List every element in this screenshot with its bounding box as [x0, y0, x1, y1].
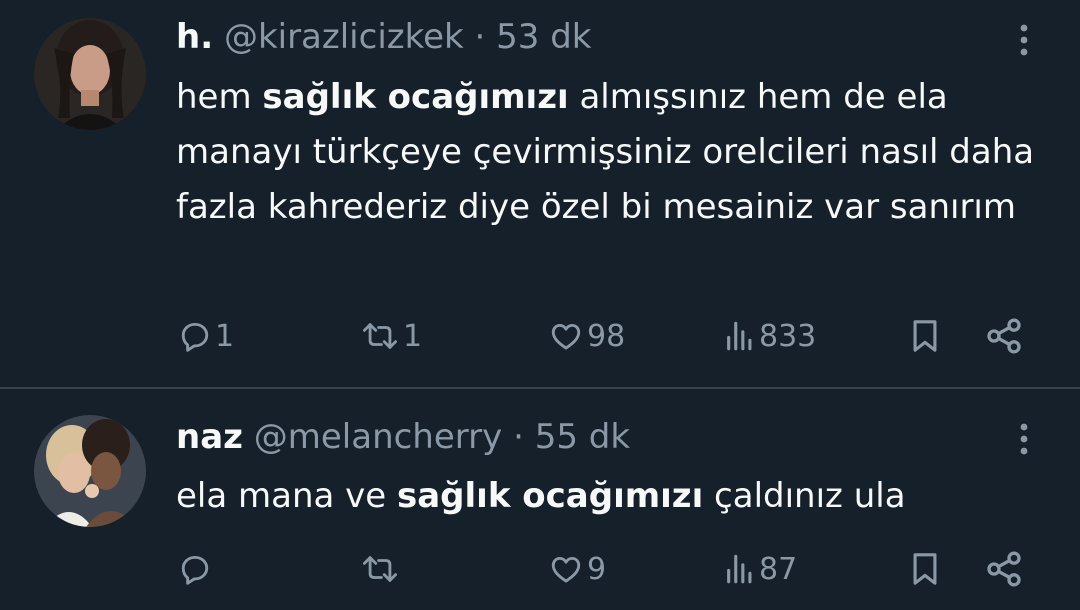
more-icon	[1020, 24, 1028, 56]
share-icon	[987, 551, 1021, 587]
tweet-header: h. @kirazlicizkek · 53 dk	[176, 17, 591, 57]
repost-button[interactable]	[360, 544, 403, 594]
views-button[interactable]: 833	[724, 311, 816, 361]
timestamp[interactable]: 53 dk	[496, 17, 591, 57]
avatar[interactable]	[34, 415, 146, 527]
like-count: 98	[587, 318, 626, 354]
bookmark-button[interactable]	[908, 311, 942, 361]
more-icon	[1020, 423, 1028, 455]
repost-icon	[363, 556, 398, 582]
repost-icon	[363, 323, 398, 349]
bookmark-icon	[913, 553, 937, 585]
reply-button[interactable]: 1	[178, 311, 234, 361]
bookmark-button[interactable]	[908, 544, 942, 594]
like-count: 9	[587, 551, 607, 587]
tweet-text-part: ela mana ve	[176, 476, 397, 516]
action-bar: 1 1 98 833	[0, 311, 1080, 361]
tweet-text-part: çaldınız ula	[703, 476, 906, 516]
tweet-text: ela mana ve sağlık ocağımızı çaldınız ul…	[176, 469, 1046, 524]
repost-button[interactable]: 1	[360, 311, 422, 361]
tweet[interactable]: naz @melancherry · 55 dk ela mana ve sağ…	[0, 389, 1080, 610]
tweet-text: hem sağlık ocağımızı almışsınız hem de e…	[176, 70, 1046, 235]
share-button[interactable]	[984, 544, 1024, 594]
display-name[interactable]: h.	[176, 17, 213, 57]
handle[interactable]: @kirazlicizkek	[224, 17, 464, 57]
share-button[interactable]	[984, 311, 1024, 361]
reply-icon	[181, 322, 209, 352]
reply-button[interactable]	[178, 544, 215, 594]
separator: ·	[474, 17, 486, 57]
handle[interactable]: @melancherry	[254, 417, 503, 457]
views-count: 87	[759, 551, 798, 587]
views-icon	[727, 321, 752, 351]
tweet[interactable]: h. @kirazlicizkek · 53 dk hem sağlık oca…	[0, 0, 1080, 387]
bookmark-icon	[913, 320, 937, 352]
more-options-button[interactable]	[1012, 419, 1036, 459]
like-icon	[551, 323, 581, 350]
like-icon	[551, 556, 581, 583]
reply-count: 1	[215, 318, 235, 354]
avatar-image	[34, 18, 146, 130]
tweet-text-bold: sağlık ocağımızı	[397, 476, 704, 516]
like-button[interactable]: 98	[548, 311, 625, 361]
like-button[interactable]: 9	[548, 544, 606, 594]
action-bar: 9 87	[0, 544, 1080, 594]
display-name[interactable]: naz	[176, 417, 243, 457]
tweet-text-part: hem	[176, 77, 263, 117]
share-icon	[987, 318, 1021, 354]
separator: ·	[513, 417, 524, 457]
views-icon	[727, 554, 752, 584]
reply-icon	[181, 555, 209, 585]
views-button[interactable]: 87	[724, 544, 797, 594]
avatar[interactable]	[34, 18, 146, 130]
repost-count: 1	[403, 318, 423, 354]
tweet-header: naz @melancherry · 55 dk	[176, 417, 630, 457]
tweet-text-bold: sağlık ocağımızı	[262, 77, 569, 117]
timestamp[interactable]: 55 dk	[535, 417, 630, 457]
avatar-image	[34, 415, 146, 527]
views-count: 833	[759, 318, 817, 354]
more-options-button[interactable]	[1012, 20, 1036, 60]
